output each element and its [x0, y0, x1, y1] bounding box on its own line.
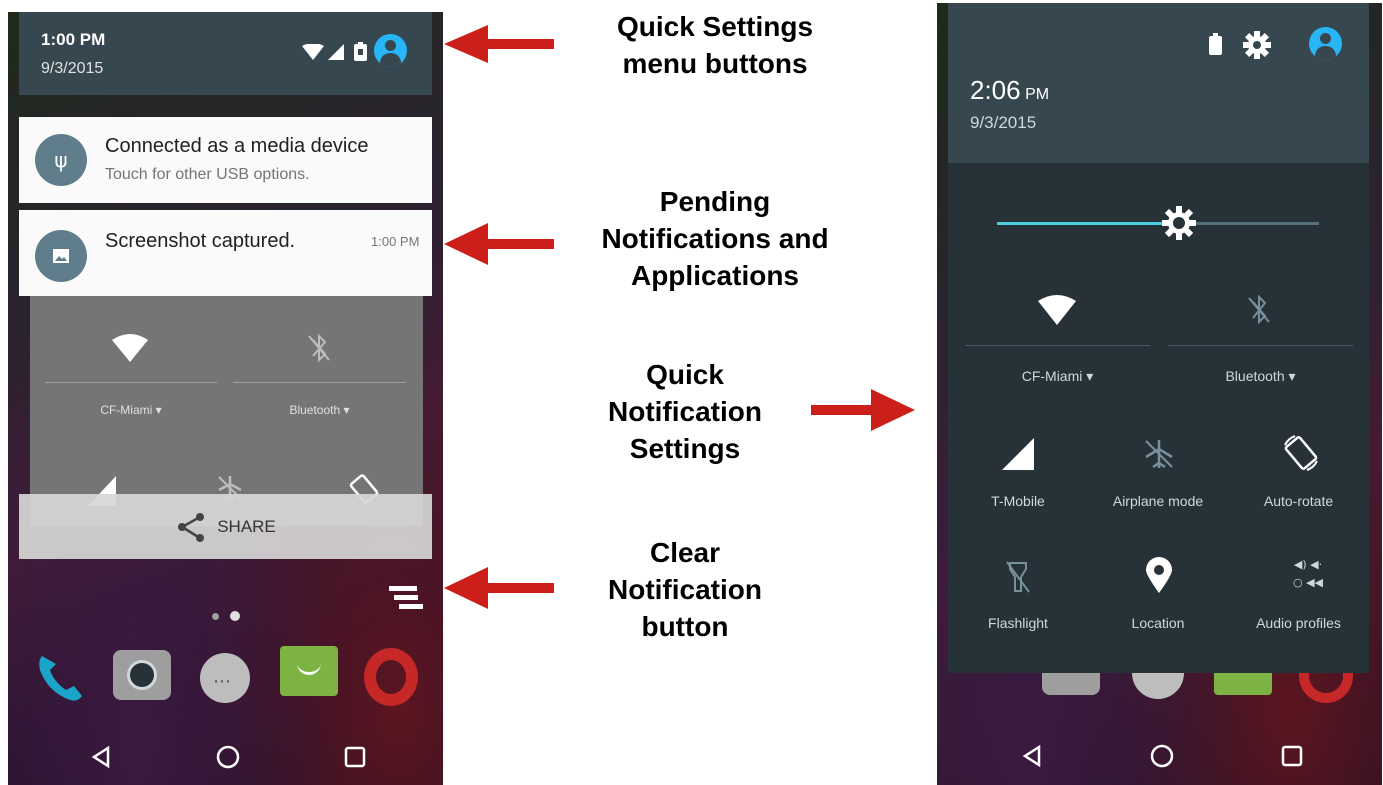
location-tile-icon[interactable]	[1144, 557, 1174, 595]
flashlight-tile-icon[interactable]	[1004, 559, 1032, 595]
screenshot-notification[interactable]: Screenshot captured. 1:00 PM	[19, 210, 432, 296]
share-icon	[178, 512, 205, 542]
divider	[965, 345, 1150, 346]
wifi-network-dropdown[interactable]: CF-Miami ▾	[965, 368, 1150, 385]
tile-label: Flashlight	[988, 615, 1048, 631]
left-phone-screenshot: 1:00 PM 9/3/2015 ψ Connected as a media …	[8, 12, 443, 785]
arrow-left-icon	[444, 567, 554, 609]
status-time: 2:06 PM	[970, 75, 1050, 105]
annotation-clear: Clear Notification button	[608, 537, 762, 642]
share-bar[interactable]: SHARE	[19, 494, 432, 559]
tile-label: T-Mobile	[991, 493, 1045, 509]
notification-time: 1:00 PM	[371, 234, 420, 249]
recents-icon[interactable]	[343, 745, 367, 769]
usb-notification[interactable]: ψ Connected as a media device Touch for …	[19, 117, 432, 203]
home-icon[interactable]	[215, 744, 241, 770]
battery-icon	[1209, 33, 1222, 55]
status-date: 9/3/2015	[41, 60, 104, 77]
annotation-pending: Pending Notifications and Applications	[601, 186, 829, 291]
right-phone-screenshot: 2:06 PM 9/3/2015 CF-Miami ▾ Bluetooth ▾ …	[937, 3, 1382, 785]
opera-browser-icon[interactable]	[364, 648, 418, 706]
divider	[45, 382, 217, 383]
notification-header: 2:06 PM 9/3/2015	[948, 3, 1369, 163]
quick-settings-panel: CF-Miami ▾ Bluetooth ▾ T-Mobile Airplane…	[948, 163, 1369, 673]
annotation-quick-settings: Quick Settings menu buttons	[616, 11, 814, 79]
user-avatar-button[interactable]	[1309, 27, 1342, 60]
signal-icon	[328, 44, 344, 60]
wifi-network-dropdown[interactable]: CF-Miami ▾	[45, 403, 217, 417]
camera-app-icon[interactable]	[113, 650, 171, 700]
notification-title: Screenshot captured.	[105, 230, 296, 252]
phone-app-icon[interactable]	[30, 648, 88, 706]
bluetooth-tile-icon[interactable]	[1246, 293, 1272, 327]
opera-browser-icon[interactable]	[1299, 673, 1353, 703]
arrow-left-icon	[444, 223, 554, 265]
back-icon[interactable]	[89, 745, 113, 769]
audio-profiles-tile-icon[interactable]: ◀) ◀· ○ ◀◀	[1288, 556, 1328, 592]
quick-settings-panel: CF-Miami ▾ Bluetooth ▾	[30, 296, 423, 526]
page-dot	[230, 611, 240, 621]
page-dot	[212, 613, 219, 620]
app-drawer-icon[interactable]: ⋯	[200, 653, 250, 703]
divider	[1168, 345, 1353, 346]
usb-icon: ψ	[35, 134, 87, 186]
airplane-tile-icon[interactable]	[1143, 438, 1175, 470]
navigation-bar	[967, 731, 1357, 781]
battery-icon	[354, 42, 367, 61]
user-avatar-button[interactable]	[374, 34, 407, 67]
wifi-tile-icon[interactable]	[112, 334, 148, 362]
recents-icon[interactable]	[1280, 744, 1304, 768]
arrow-right-icon	[811, 389, 915, 431]
image-icon	[35, 230, 87, 282]
bluetooth-dropdown[interactable]: Bluetooth ▾	[1168, 368, 1353, 385]
arrow-left-icon	[444, 25, 554, 63]
settings-gear-icon[interactable]	[1242, 30, 1272, 60]
tile-label: Location	[1131, 615, 1185, 631]
home-icon[interactable]	[1149, 743, 1175, 769]
bluetooth-tile-icon[interactable]	[306, 332, 332, 364]
notification-subtitle: Touch for other USB options.	[105, 166, 310, 183]
divider	[233, 382, 406, 383]
bluetooth-dropdown[interactable]: Bluetooth ▾	[233, 403, 406, 417]
share-label: SHARE	[217, 516, 276, 536]
messaging-app-icon[interactable]	[280, 646, 338, 696]
notification-title: Connected as a media device	[105, 135, 369, 157]
back-icon[interactable]	[1020, 744, 1044, 768]
tile-label: Audio profiles	[1256, 615, 1341, 631]
clear-notifications-button[interactable]	[389, 586, 423, 612]
wifi-tile-icon[interactable]	[1038, 295, 1076, 325]
navigation-bar	[38, 732, 418, 782]
messaging-app-icon[interactable]	[1214, 673, 1272, 695]
notification-header: 1:00 PM 9/3/2015	[19, 12, 432, 95]
app-drawer-icon[interactable]	[1132, 673, 1184, 699]
brightness-fill	[997, 222, 1179, 225]
camera-app-icon[interactable]	[1042, 673, 1100, 695]
auto-rotate-tile-icon[interactable]	[1281, 433, 1321, 473]
status-date: 9/3/2015	[970, 113, 1037, 132]
tile-label: Airplane mode	[1112, 493, 1204, 509]
brightness-thumb-icon[interactable]	[1162, 206, 1196, 240]
tile-label: Auto-rotate	[1263, 493, 1334, 509]
signal-tile-icon[interactable]	[1002, 438, 1034, 470]
status-time: 1:00 PM	[41, 30, 106, 49]
wifi-icon	[302, 44, 324, 60]
annotation-quick-notification-settings: Quick Notification Settings	[608, 359, 762, 464]
